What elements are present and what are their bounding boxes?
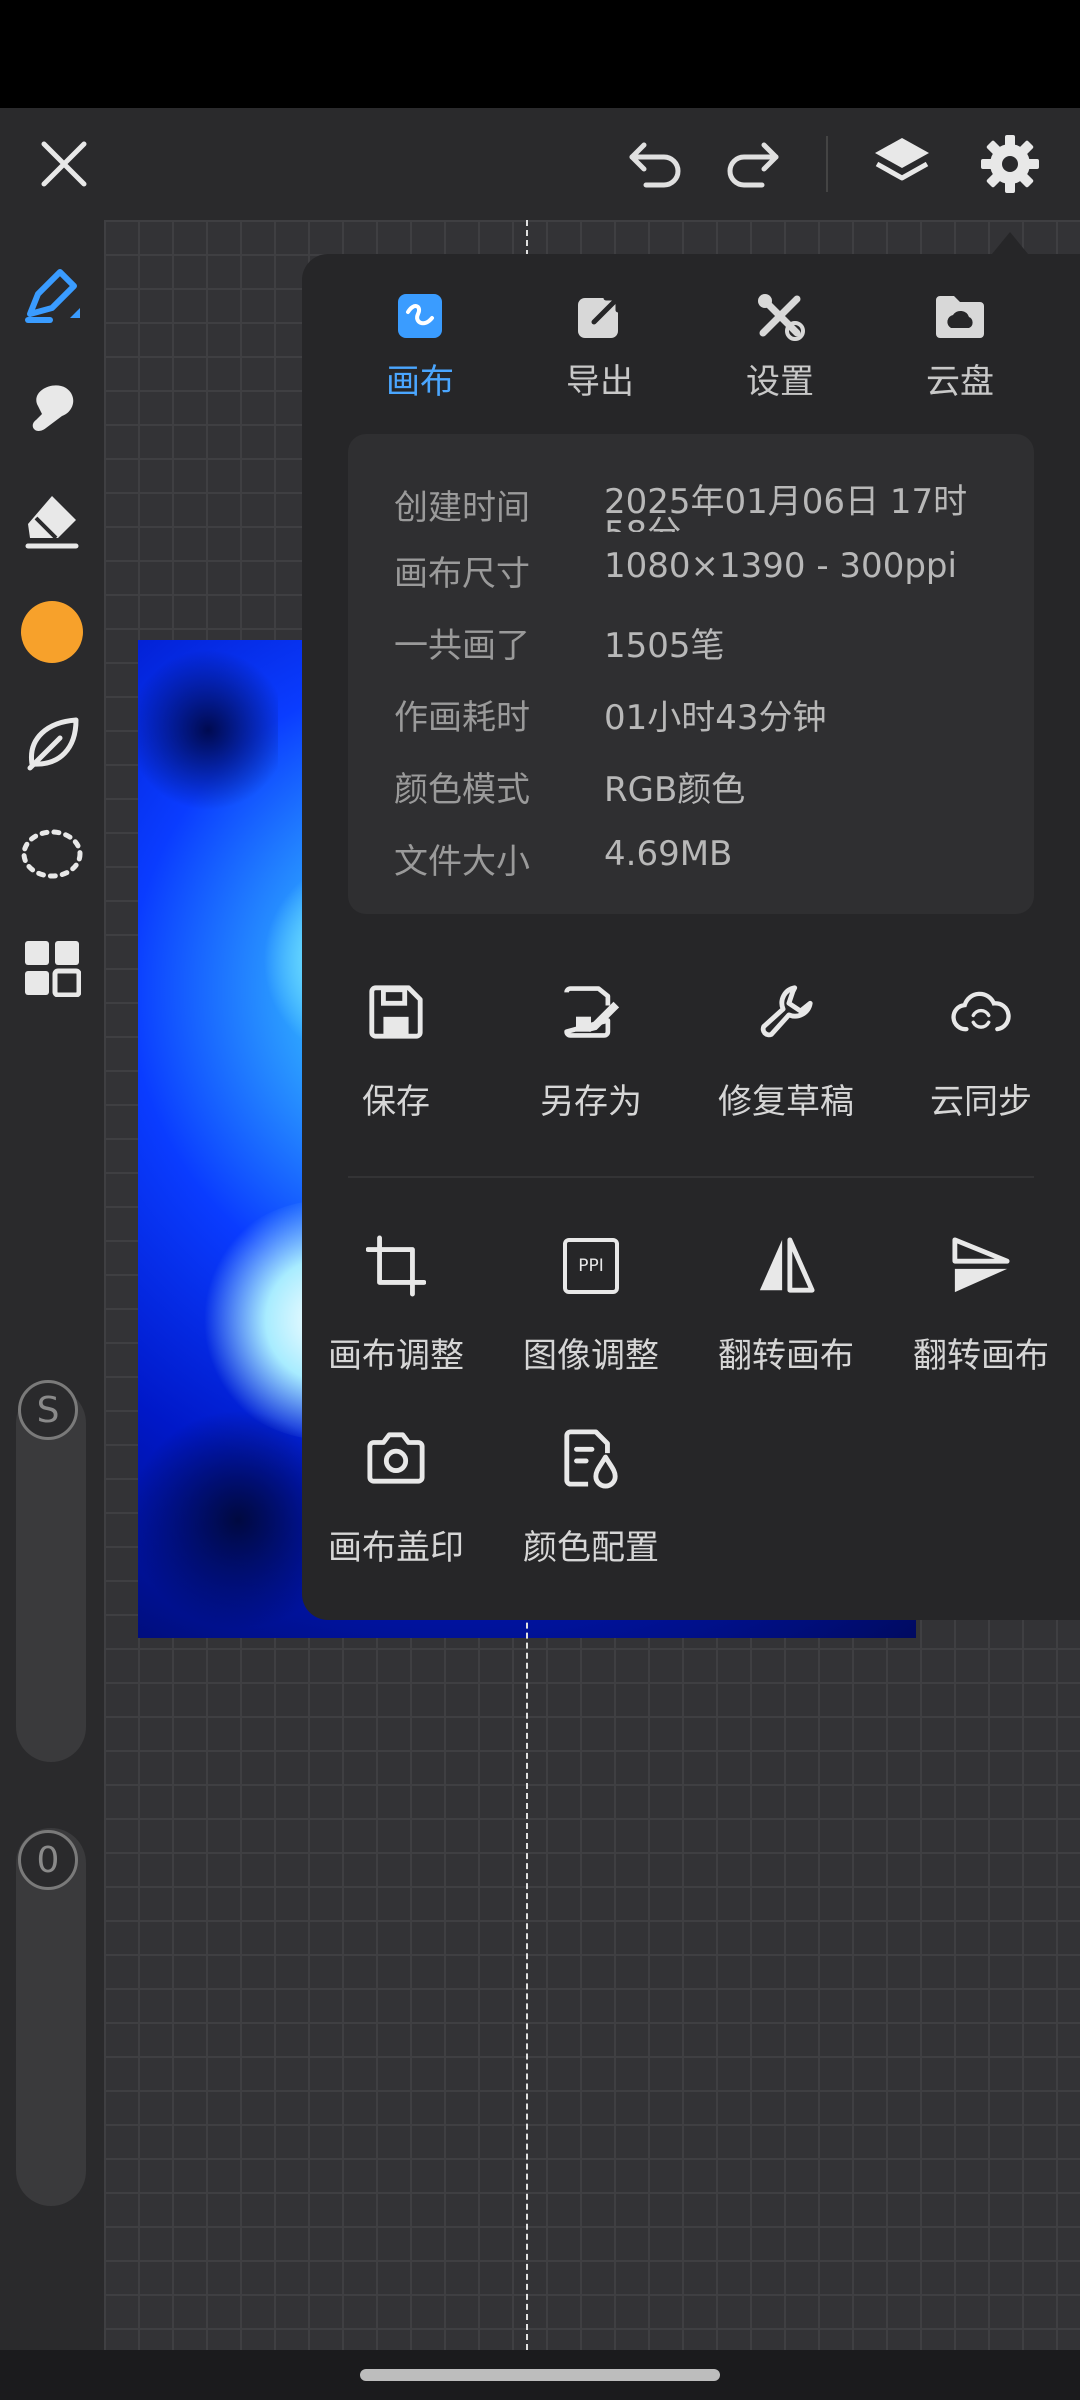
save-button[interactable]: 保存: [300, 982, 492, 1142]
save-as-icon: [561, 982, 621, 1042]
camera-icon: [366, 1428, 426, 1488]
tab-label: 云盘: [926, 362, 994, 402]
eraser-icon[interactable]: [18, 486, 86, 554]
status-bar: [0, 0, 1080, 108]
brush-size-badge: S: [18, 1380, 78, 1440]
grid-icon[interactable]: [18, 934, 86, 1002]
close-icon[interactable]: [32, 132, 96, 196]
layers-icon[interactable]: [870, 132, 934, 196]
info-row-file-size: 文件大小 4.69MB: [348, 834, 1034, 894]
home-gesture-handle[interactable]: [360, 2369, 720, 2381]
toolbar-divider: [826, 136, 828, 192]
smudge-icon[interactable]: [18, 374, 86, 442]
color-profile-icon: [561, 1428, 621, 1489]
tool-sidebar: S 0: [0, 220, 104, 2350]
lasso-icon[interactable]: [18, 822, 86, 890]
action-label: 保存: [362, 1082, 430, 1122]
action-label: 修复草稿: [718, 1082, 854, 1122]
tab-settings[interactable]: 设置: [690, 254, 870, 424]
redo-icon[interactable]: [720, 132, 784, 196]
cloud-drive-icon: [934, 290, 986, 342]
info-row-color-mode: 颜色模式 RGB颜色: [348, 762, 1034, 822]
tab-label: 导出: [566, 362, 634, 402]
tab-cloud[interactable]: 云盘: [870, 254, 1050, 424]
canvas-stamp-button[interactable]: 画布盖印: [300, 1428, 492, 1588]
canvas-info-box: 创建时间 2025年01月06日 17时 58分 画布尺寸 1080×1390 …: [348, 434, 1034, 914]
info-row-time: 作画耗时 01小时43分钟: [348, 690, 1034, 750]
info-row-size: 画布尺寸 1080×1390 - 300ppi: [348, 546, 1034, 606]
leaf-icon[interactable]: [18, 710, 86, 778]
action-label: 图像调整: [523, 1336, 659, 1376]
info-key: 一共画了: [394, 626, 530, 666]
ppi-icon: PPI: [561, 1236, 621, 1296]
info-key: 文件大小: [394, 842, 530, 882]
save-icon: [366, 982, 426, 1042]
cloud-sync-button[interactable]: 云同步: [885, 982, 1077, 1142]
cloud-sync-icon: [951, 982, 1011, 1042]
info-value: RGB颜色: [604, 770, 746, 810]
tab-export[interactable]: 导出: [510, 254, 690, 424]
flip-vertical-icon: [951, 1236, 1011, 1296]
undo-icon[interactable]: [624, 132, 688, 196]
info-key: 创建时间: [394, 488, 530, 528]
action-label: 画布调整: [328, 1336, 464, 1376]
action-label: 画布盖印: [328, 1528, 464, 1568]
info-row-strokes: 一共画了 1505笔: [348, 618, 1034, 678]
action-label: 另存为: [540, 1082, 642, 1122]
panel-divider: [348, 1176, 1034, 1178]
top-toolbar: [0, 108, 1080, 220]
action-label: 翻转画布: [718, 1336, 854, 1376]
canvas-tab-icon: [394, 290, 446, 342]
gear-icon[interactable]: [978, 132, 1042, 196]
info-key: 作画耗时: [394, 698, 530, 738]
crop-icon: [366, 1235, 426, 1297]
pen-brush-icon[interactable]: [18, 262, 86, 330]
info-key: 颜色模式: [394, 770, 530, 810]
tab-canvas[interactable]: 画布: [330, 254, 510, 424]
tools-icon: [754, 290, 806, 342]
export-icon: [574, 290, 626, 342]
save-as-button[interactable]: 另存为: [495, 982, 687, 1142]
color-profile-button[interactable]: 颜色配置: [495, 1428, 687, 1588]
action-label: 颜色配置: [523, 1528, 659, 1568]
info-value: 01小时43分钟: [604, 698, 827, 738]
wrench-icon: [756, 982, 816, 1042]
flip-horizontal-icon: [756, 1236, 816, 1296]
canvas-adjust-button[interactable]: 画布调整: [300, 1235, 492, 1396]
panel-caret: [992, 232, 1028, 254]
action-label: 翻转画布: [913, 1336, 1049, 1376]
action-label: 云同步: [930, 1082, 1032, 1122]
info-value: 1505笔: [604, 626, 725, 666]
opacity-badge: 0: [18, 1830, 78, 1890]
info-value: 4.69MB: [604, 834, 733, 874]
tab-label: 画布: [386, 362, 454, 402]
brush-size-slider[interactable]: [16, 1388, 86, 1762]
info-key: 画布尺寸: [394, 554, 530, 594]
color-swatch[interactable]: [18, 598, 86, 666]
tab-label: 设置: [746, 362, 814, 402]
image-adjust-button[interactable]: PPI 图像调整: [495, 1236, 687, 1396]
repair-draft-button[interactable]: 修复草稿: [690, 982, 882, 1142]
flip-horizontal-button[interactable]: 翻转画布: [690, 1236, 882, 1396]
flip-vertical-button[interactable]: 翻转画布: [885, 1236, 1077, 1396]
info-overflow-text: 58分: [604, 512, 904, 532]
info-value: 1080×1390 - 300ppi: [604, 546, 957, 586]
